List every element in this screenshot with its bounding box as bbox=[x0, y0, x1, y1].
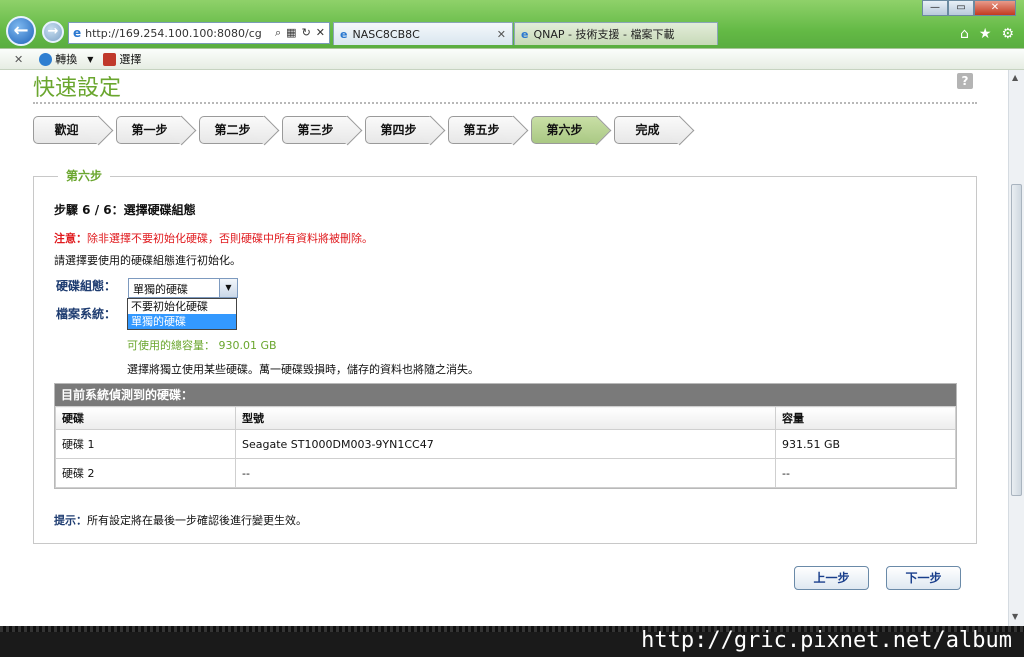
col-capacity: 容量 bbox=[775, 406, 956, 430]
scroll-down-icon[interactable]: ▼ bbox=[1012, 612, 1018, 621]
stop-icon[interactable]: ✕ bbox=[316, 26, 325, 40]
step-4: 第四步 bbox=[365, 116, 431, 144]
favorites-star-icon[interactable]: ★ bbox=[979, 26, 992, 42]
tab-label: NASC8CB8C bbox=[352, 27, 420, 41]
warning-text: 注意：除非選擇不要初始化硬碟，否則硬碟中所有資料將被刪除。 bbox=[54, 232, 373, 245]
convert-dropdown-icon[interactable]: ▼ bbox=[87, 55, 93, 64]
chevron-down-icon[interactable]: ▼ bbox=[219, 279, 237, 297]
table-title: 目前系統偵測到的硬碟： bbox=[55, 384, 956, 406]
vertical-scrollbar[interactable]: ▲ ▼ bbox=[1008, 70, 1024, 626]
disk-config-dropdown: 不要初始化硬碟 單獨的硬碟 bbox=[127, 298, 237, 330]
back-arrow-icon[interactable]: ← bbox=[6, 16, 36, 46]
prev-step-button[interactable]: 上一步 bbox=[794, 566, 869, 590]
col-model: 型號 bbox=[235, 406, 776, 430]
step-2: 第二步 bbox=[199, 116, 265, 144]
home-icon[interactable]: ⌂ bbox=[960, 26, 969, 42]
next-step-button[interactable]: 下一步 bbox=[886, 566, 961, 590]
watermark-bar: http://gric.pixnet.net/album bbox=[0, 626, 1024, 657]
ie-icon: e bbox=[521, 27, 529, 41]
capacity-text: 可使用的總容量： 930.01 GB bbox=[127, 339, 277, 352]
page-content: 快速設定 ? 歡迎 第一步 第二步 第三步 第四步 第五步 第六步 完成 第六步… bbox=[0, 70, 1008, 626]
table-row: 硬碟 2 -- -- bbox=[55, 458, 956, 488]
help-icon[interactable]: ? bbox=[957, 73, 973, 89]
disk-config-label: 硬碟組態： bbox=[56, 279, 117, 293]
wizard-steps: 歡迎 第一步 第二步 第三步 第四步 第五步 第六步 完成 bbox=[33, 116, 697, 144]
convert-button[interactable]: 轉換 bbox=[39, 51, 77, 67]
address-bar[interactable]: e http://169.254.100.100:8080/cg ⌕ ▦ ↻ ✕ bbox=[68, 22, 330, 44]
close-toolbar-icon[interactable]: ✕ bbox=[14, 53, 23, 66]
page-title: 快速設定 bbox=[33, 76, 122, 101]
option-no-init[interactable]: 不要初始化硬碟 bbox=[128, 299, 236, 314]
step-3: 第三步 bbox=[282, 116, 348, 144]
refresh-icon[interactable]: ↻ bbox=[302, 26, 311, 40]
search-icon[interactable]: ⌕ bbox=[275, 26, 281, 40]
maximize-icon[interactable]: ▭ bbox=[948, 0, 974, 16]
step-6: 第六步 bbox=[531, 116, 597, 144]
minimize-icon[interactable]: — bbox=[922, 0, 948, 16]
step-panel: 第六步 步驟 6 / 6：選擇硬碟組態 注意：除非選擇不要初始化硬碟，否則硬碟中… bbox=[33, 167, 977, 544]
command-bar: ✕ 轉換 ▼ 選擇 bbox=[0, 48, 1024, 70]
table-row: 硬碟 1 Seagate ST1000DM003-9YN1CC47 931.51… bbox=[55, 429, 956, 459]
scroll-up-icon[interactable]: ▲ bbox=[1012, 73, 1018, 82]
panel-legend: 第六步 bbox=[58, 167, 111, 184]
option-single-disk[interactable]: 單獨的硬碟 bbox=[128, 314, 236, 329]
divider bbox=[33, 102, 977, 104]
config-note: 選擇將獨立使用某些硬碟。萬一硬碟毀損時，儲存的資料也將隨之消失。 bbox=[127, 363, 479, 376]
step-done: 完成 bbox=[614, 116, 680, 144]
close-window-icon[interactable]: ✕ bbox=[974, 0, 1016, 16]
tab-close-icon[interactable]: ✕ bbox=[497, 28, 506, 41]
ie-icon: e bbox=[340, 27, 348, 41]
filesystem-label: 檔案系統： bbox=[56, 307, 117, 321]
window-controls: — ▭ ✕ bbox=[922, 0, 1016, 16]
watermark-text: http://gric.pixnet.net/album bbox=[641, 628, 1012, 653]
tools-gear-icon[interactable]: ⚙ bbox=[1001, 26, 1014, 42]
tab-qnap[interactable]: e QNAP - 技術支援 - 檔案下載 bbox=[514, 22, 718, 45]
select-icon bbox=[103, 52, 117, 66]
tab-nas[interactable]: e NASC8CB8C ✕ bbox=[333, 22, 513, 45]
step-1: 第一步 bbox=[116, 116, 182, 144]
ie-icon: e bbox=[73, 26, 82, 40]
instruction-text: 請選擇要使用的硬碟組態進行初始化。 bbox=[54, 254, 241, 267]
translate-icon bbox=[39, 52, 53, 66]
compat-icon[interactable]: ▦ bbox=[286, 26, 296, 40]
col-disk: 硬碟 bbox=[55, 406, 236, 430]
scroll-thumb[interactable] bbox=[1011, 184, 1022, 496]
step-heading: 步驟 6 / 6：選擇硬碟組態 bbox=[54, 203, 196, 217]
step-5: 第五步 bbox=[448, 116, 514, 144]
tab-label: QNAP - 技術支援 - 檔案下載 bbox=[533, 28, 675, 41]
select-button[interactable]: 選擇 bbox=[103, 51, 141, 67]
disk-table: 目前系統偵測到的硬碟： 硬碟 型號 容量 硬碟 1 Seagate ST1000… bbox=[54, 383, 957, 489]
forward-arrow-icon[interactable]: → bbox=[42, 21, 64, 43]
step-welcome: 歡迎 bbox=[33, 116, 99, 144]
tip-text: 提示：所有設定將在最後一步確認後進行變更生效。 bbox=[54, 514, 307, 527]
disk-config-select[interactable]: 單獨的硬碟 ▼ bbox=[128, 278, 238, 298]
address-text: http://169.254.100.100:8080/cg bbox=[85, 26, 262, 40]
